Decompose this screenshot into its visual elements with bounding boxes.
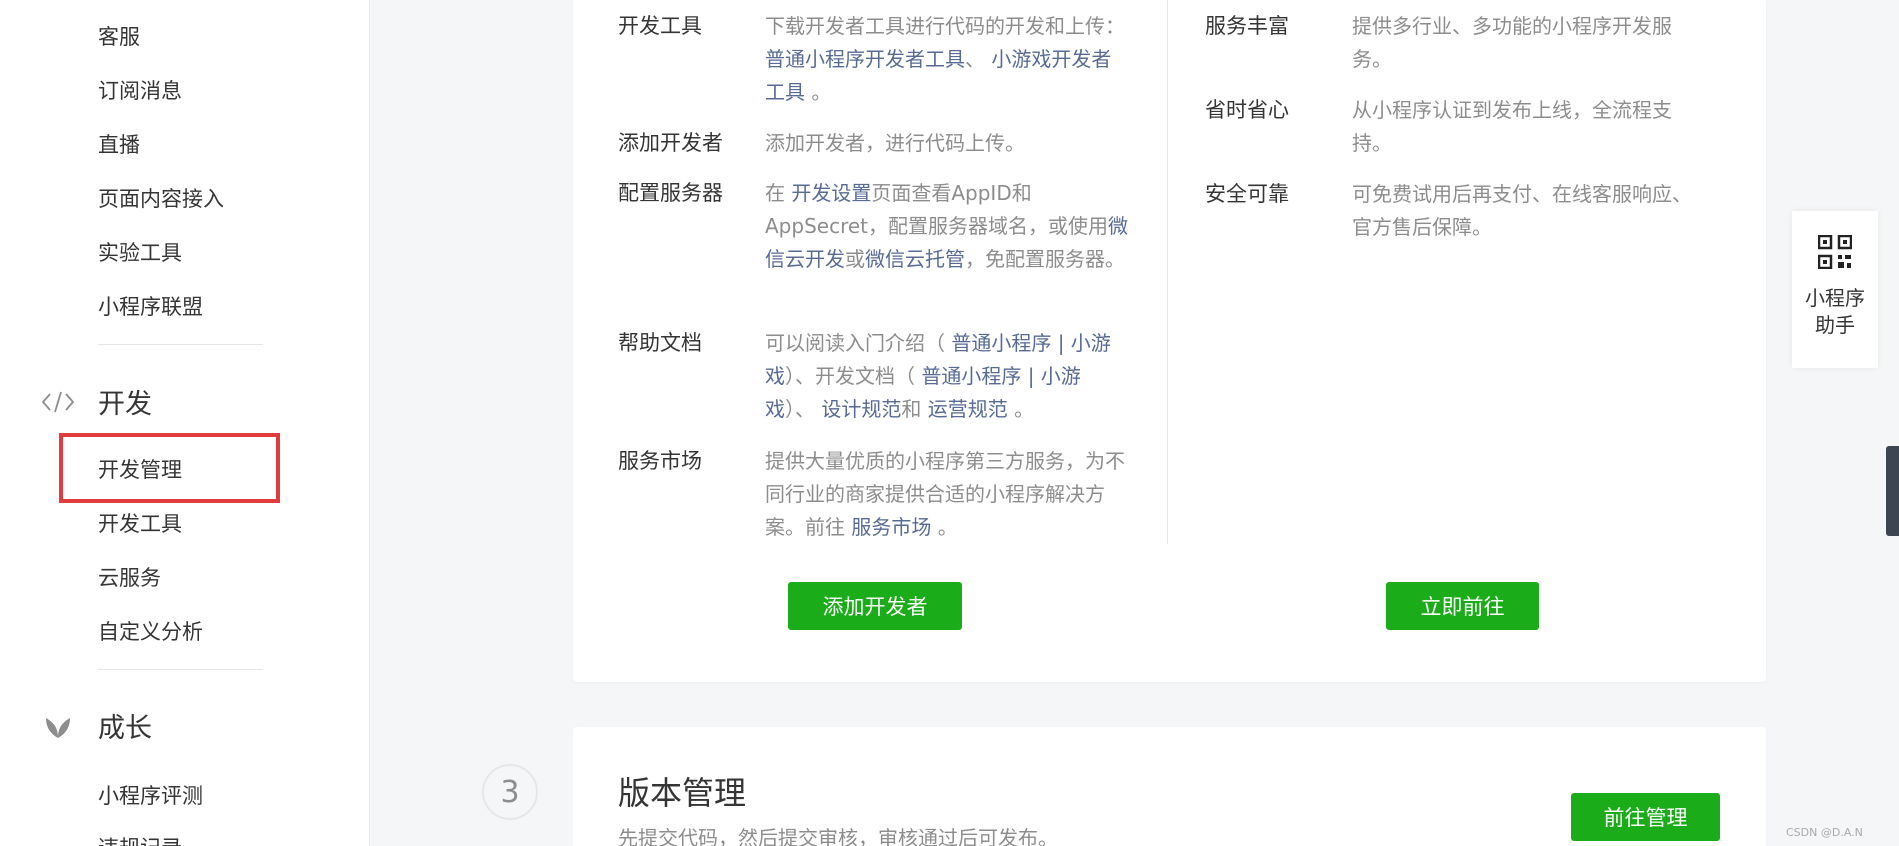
sidebar-item-customer-service[interactable]: 客服 xyxy=(98,23,140,51)
desc-text: 。 xyxy=(931,515,958,539)
section-growth[interactable]: 成长 xyxy=(40,706,152,745)
go-now-button[interactable]: 立即前往 xyxy=(1386,582,1539,630)
row-desc: 在 开发设置页面查看AppID和AppSecret，配置服务器域名，或使用微信云… xyxy=(765,177,1130,276)
sidebar-item-live[interactable]: 直播 xyxy=(98,131,140,159)
desc-text: 在 xyxy=(765,181,792,205)
scrollbar-thumb[interactable] xyxy=(1886,446,1899,536)
desc-text: 、 xyxy=(965,47,992,71)
link-service-market[interactable]: 服务市场 xyxy=(851,515,931,539)
go-manage-button[interactable]: 前往管理 xyxy=(1571,793,1720,841)
desc-text: 或 xyxy=(845,247,865,271)
highlight-box xyxy=(59,433,280,503)
row-desc: 添加开发者，进行代码上传。 xyxy=(765,127,1130,160)
desc-text: ）、开发文档（ xyxy=(785,364,922,388)
sidebar-item-evaluation[interactable]: 小程序评测 xyxy=(98,782,203,810)
desc-text: 。 xyxy=(1007,397,1035,421)
code-icon xyxy=(40,387,76,417)
desc-text: 下载开发者工具进行代码的开发和上传： xyxy=(765,14,1125,38)
sidebar-item-subscription-message[interactable]: 订阅消息 xyxy=(98,77,182,105)
section-develop-label: 开发 xyxy=(98,389,152,420)
sidebar-divider xyxy=(98,669,263,670)
watermark: CSDN @D.A.N xyxy=(1786,826,1863,839)
row-label: 服务丰富 xyxy=(1205,14,1289,38)
row-label: 安全可靠 xyxy=(1205,182,1289,206)
link-ops-spec[interactable]: 运营规范 xyxy=(928,397,1008,421)
row-desc: 提供大量优质的小程序第三方服务，为不同行业的商家提供合适的小程序解决方案。前往 … xyxy=(765,445,1130,544)
mini-program-assistant[interactable]: 小程序助手 xyxy=(1792,211,1878,368)
desc-text: 。 xyxy=(805,80,832,104)
add-developer-button[interactable]: 添加开发者 xyxy=(788,582,962,630)
assistant-label: 小程序助手 xyxy=(1805,286,1865,337)
row-label: 省时省心 xyxy=(1205,98,1289,122)
column-divider xyxy=(1167,0,1168,544)
row-label: 服务市场 xyxy=(618,449,702,473)
sidebar-item-violation-record[interactable]: 违规记录 xyxy=(98,834,182,846)
qr-code-icon xyxy=(1817,234,1853,273)
sidebar-item-page-content[interactable]: 页面内容接入 xyxy=(98,185,224,213)
row-desc: 下载开发者工具进行代码的开发和上传： 普通小程序开发者工具、 小游戏开发者工具 … xyxy=(765,10,1130,109)
sidebar-item-alliance[interactable]: 小程序联盟 xyxy=(98,293,203,321)
sidebar-item-dev-tools[interactable]: 开发工具 xyxy=(98,510,182,538)
row-label: 开发工具 xyxy=(618,14,702,38)
sidebar-divider xyxy=(98,344,263,345)
desc-text: ，免配置服务器。 xyxy=(965,247,1125,271)
row-desc: 可以阅读入门介绍（ 普通小程序 | 小游戏）、开发文档（ 普通小程序 | 小游戏… xyxy=(765,327,1130,426)
desc-text: 和 xyxy=(901,397,928,421)
desc-text: ）、 xyxy=(785,397,822,421)
sidebar: 客服 订阅消息 直播 页面内容接入 实验工具 小程序联盟 开发 开发管理 开发工… xyxy=(0,0,370,846)
sidebar-item-cloud-service[interactable]: 云服务 xyxy=(98,564,161,592)
sidebar-item-custom-analysis[interactable]: 自定义分析 xyxy=(98,618,203,646)
row-desc: 可免费试用后再支付、在线客服响应、官方售后保障。 xyxy=(1352,182,1692,239)
desc-text: 添加开发者，进行代码上传。 xyxy=(765,131,1025,155)
section-growth-label: 成长 xyxy=(98,713,152,744)
step-number: 3 xyxy=(482,764,538,820)
link-mini-program-devtools[interactable]: 普通小程序开发者工具 xyxy=(765,47,965,71)
link-design-spec[interactable]: 设计规范 xyxy=(821,397,901,421)
row-desc: 提供多行业、多功能的小程序开发服务。 xyxy=(1352,14,1672,71)
version-subtitle: 先提交代码，然后提交审核，审核通过后可发布。 xyxy=(618,826,1058,846)
row-label: 配置服务器 xyxy=(618,181,723,205)
row-label: 帮助文档 xyxy=(618,331,702,355)
link-dev-settings[interactable]: 开发设置 xyxy=(791,181,871,205)
link-cloud-hosting[interactable]: 微信云托管 xyxy=(865,247,965,271)
section-develop[interactable]: 开发 xyxy=(40,382,152,421)
sidebar-item-experiment-tools[interactable]: 实验工具 xyxy=(98,239,182,267)
version-title: 版本管理 xyxy=(618,774,747,812)
row-desc: 从小程序认证到发布上线，全流程支持。 xyxy=(1352,98,1672,155)
leaf-icon xyxy=(40,711,76,741)
desc-text: 可以阅读入门介绍（ xyxy=(765,331,952,355)
row-label: 添加开发者 xyxy=(618,131,723,155)
